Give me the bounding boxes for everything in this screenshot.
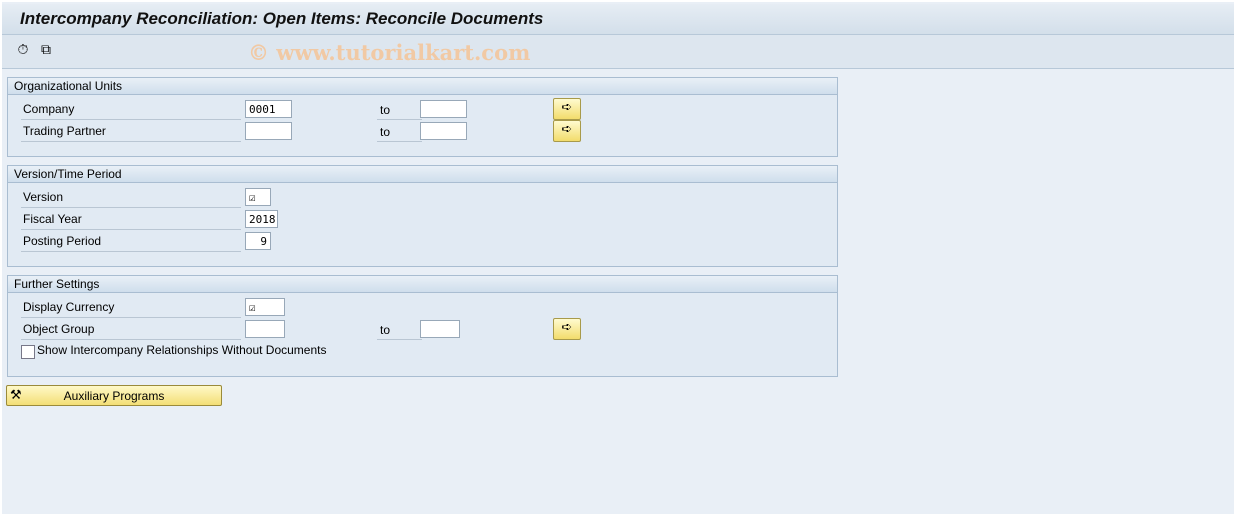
application-toolbar: ⏱ ⧉ © www.tutorialkart.com — [2, 35, 1234, 69]
group-header: Version/Time Period — [8, 166, 837, 183]
fiscal-year-input[interactable]: 2018 — [245, 210, 278, 228]
auxiliary-programs-button[interactable]: ⚒ Auxiliary Programs — [6, 385, 222, 406]
trading-partner-from-input[interactable] — [245, 122, 292, 140]
multiple-selection-button[interactable]: ➪ — [553, 318, 581, 340]
multiple-selection-button[interactable]: ➪ — [553, 98, 581, 120]
posting-period-input[interactable]: 9 — [245, 232, 271, 250]
multiple-selection-button[interactable]: ➪ — [553, 120, 581, 142]
display-currency-label: Display Currency — [21, 297, 241, 318]
display-currency-input[interactable]: ☑ — [245, 298, 285, 316]
to-label: to — [377, 121, 422, 142]
title-bar: Intercompany Reconciliation: Open Items:… — [2, 4, 1234, 35]
object-group-to-input[interactable] — [420, 320, 460, 338]
group-organizational-units: Organizational Units Company 0001 to ➪ T… — [7, 77, 838, 157]
group-header: Organizational Units — [8, 78, 837, 95]
to-label: to — [377, 99, 422, 120]
group-further-settings: Further Settings Display Currency ☑ Obje… — [7, 275, 838, 377]
auxiliary-programs-label: Auxiliary Programs — [63, 389, 165, 403]
version-input[interactable]: ☑ — [245, 188, 271, 206]
to-label: to — [377, 319, 422, 340]
company-to-input[interactable] — [420, 100, 467, 118]
show-relationships-label: Show Intercompany Relationships Without … — [37, 343, 327, 357]
company-from-input[interactable]: 0001 — [245, 100, 292, 118]
show-relationships-checkbox[interactable] — [21, 345, 35, 359]
group-version-time-period: Version/Time Period Version ☑ Fiscal Yea… — [7, 165, 838, 267]
watermark: © www.tutorialkart.com — [248, 40, 531, 65]
execute-background-icon[interactable]: ⏱ — [15, 42, 31, 58]
get-variant-icon[interactable]: ⧉ — [38, 42, 54, 58]
fiscal-year-label: Fiscal Year — [21, 209, 241, 230]
object-group-from-input[interactable] — [245, 320, 285, 338]
company-label: Company — [21, 99, 241, 120]
version-label: Version — [21, 187, 241, 208]
group-header: Further Settings — [8, 276, 837, 293]
trading-partner-to-input[interactable] — [420, 122, 467, 140]
object-group-label: Object Group — [21, 319, 241, 340]
page-title: Intercompany Reconciliation: Open Items:… — [20, 9, 544, 28]
posting-period-label: Posting Period — [21, 231, 241, 252]
trading-partner-label: Trading Partner — [21, 121, 241, 142]
